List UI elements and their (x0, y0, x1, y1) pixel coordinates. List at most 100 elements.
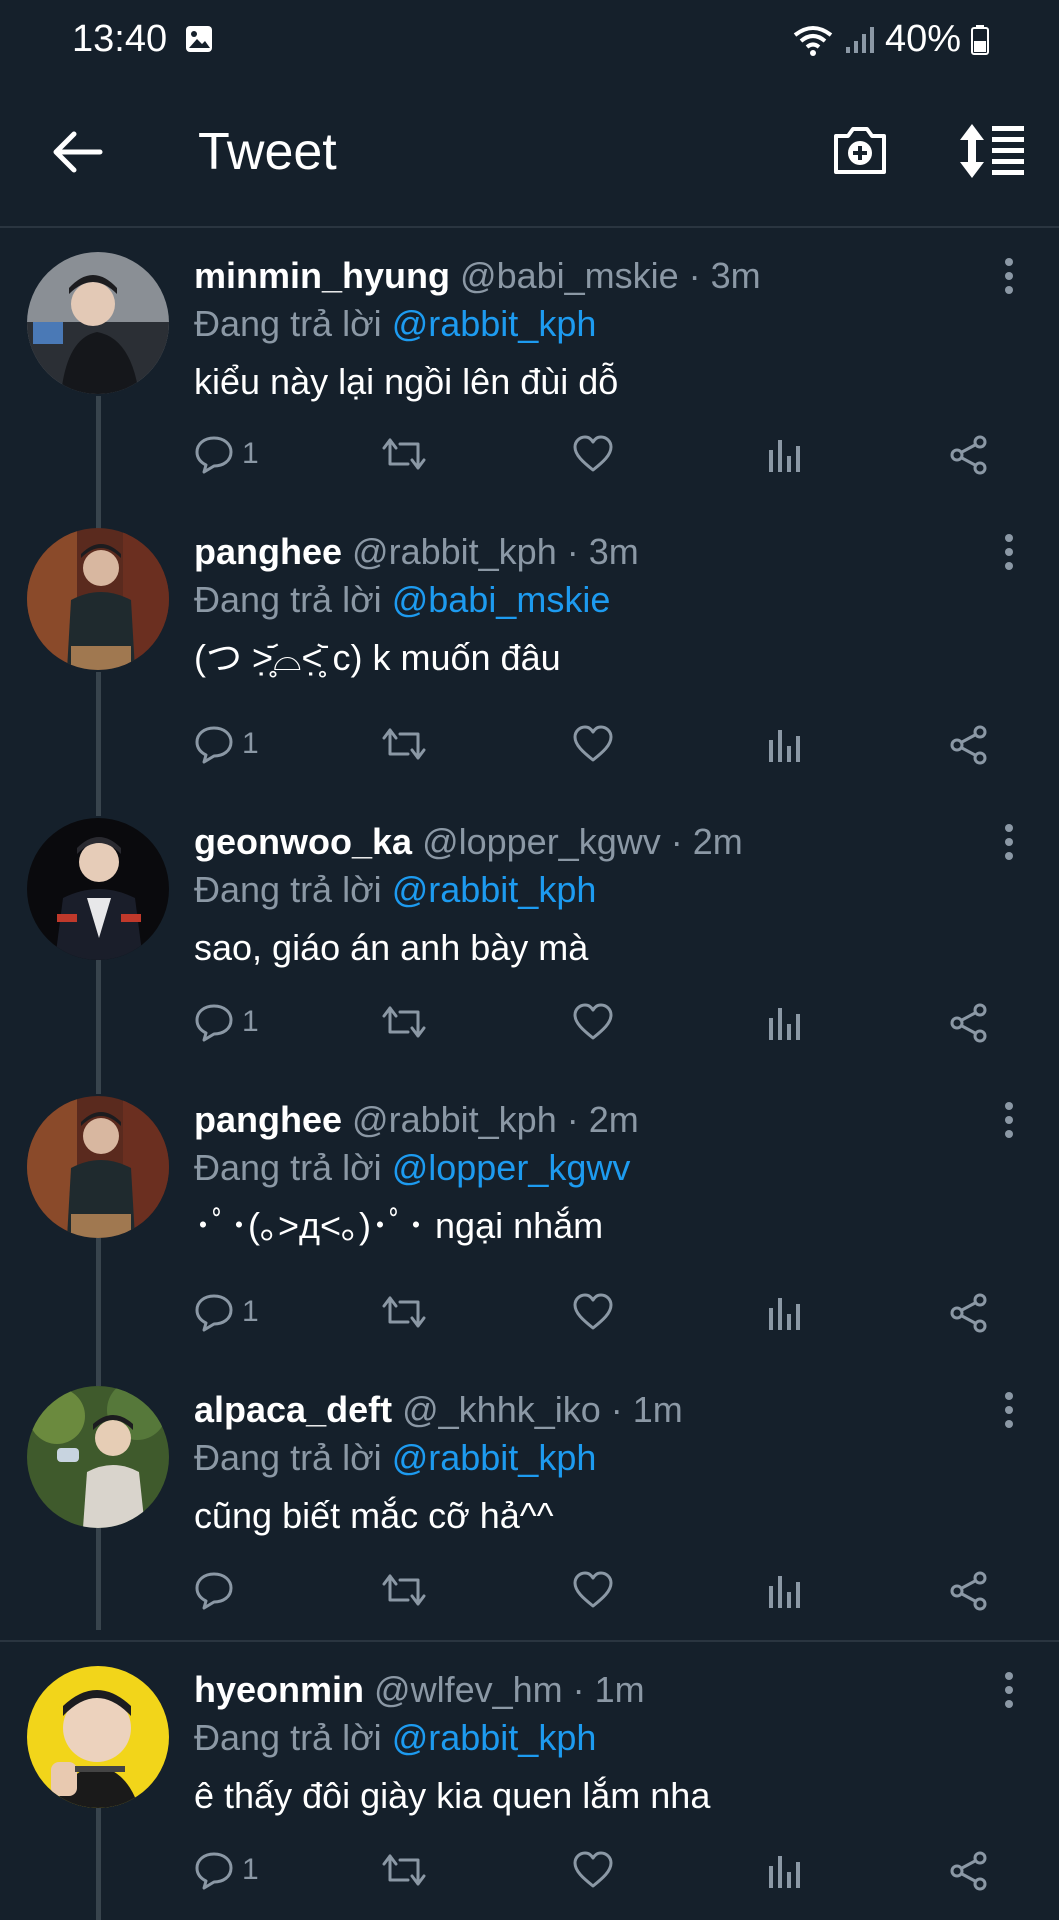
retweet-icon (382, 438, 426, 470)
share-button[interactable] (948, 434, 990, 476)
reply-mention[interactable]: @lopper_kgwv (392, 1147, 631, 1188)
retweet-icon (382, 1296, 426, 1328)
reply-label: Đang trả lời (194, 303, 382, 344)
sort-icon[interactable] (958, 122, 1026, 180)
reply-icon (195, 436, 233, 474)
stats-button[interactable] (764, 1292, 804, 1332)
more-icon[interactable] (999, 256, 1019, 296)
more-icon[interactable] (999, 822, 1019, 862)
like-button[interactable] (572, 1292, 614, 1332)
avatar[interactable] (27, 1666, 169, 1808)
stats-button[interactable] (764, 724, 804, 764)
reply-label: Đang trả lời (194, 1717, 382, 1758)
reply-icon (195, 1294, 233, 1332)
like-icon (573, 435, 613, 472)
share-button[interactable] (948, 1570, 990, 1612)
retweet-button[interactable] (380, 1002, 428, 1042)
tweet-text: ･ﾟ･(｡>д<｡)･ﾟ･ ngại nhắm (194, 1205, 604, 1246)
reply-button[interactable]: 1 (194, 1002, 259, 1042)
share-button[interactable] (948, 1002, 990, 1044)
like-button[interactable] (572, 1570, 614, 1610)
reply-label: Đang trả lời (194, 1437, 382, 1478)
avatar[interactable] (27, 252, 169, 394)
page-title: Tweet (198, 123, 337, 181)
stats-icon (769, 1576, 800, 1608)
retweet-button[interactable] (380, 724, 428, 764)
reply-button[interactable]: 1 (194, 1850, 259, 1890)
stats-button[interactable] (764, 1002, 804, 1042)
retweet-button[interactable] (380, 1850, 428, 1890)
reply-icon (195, 1572, 233, 1610)
stats-button[interactable] (764, 1570, 804, 1610)
status-time: 13:40 (72, 18, 168, 60)
reply-button[interactable]: 1 (194, 724, 259, 764)
avatar[interactable] (27, 818, 169, 960)
reply-context: Đang trả lời @rabbit_kph (194, 300, 1059, 348)
share-button[interactable] (948, 724, 990, 766)
thread-line (96, 396, 101, 530)
tweet-username[interactable]: panghee (194, 531, 342, 572)
like-button[interactable] (572, 434, 614, 474)
more-icon[interactable] (999, 532, 1019, 572)
like-icon (573, 1293, 613, 1330)
tweet-username[interactable]: geonwoo_ka (194, 821, 412, 862)
more-icon[interactable] (999, 1390, 1019, 1430)
tweet-handle: @wlfev_hm · 1m (374, 1669, 645, 1710)
reply-label: Đang trả lời (194, 869, 382, 910)
retweet-button[interactable] (380, 1570, 428, 1610)
reply-button[interactable]: 1 (194, 1292, 259, 1332)
like-button[interactable] (572, 1850, 614, 1890)
avatar[interactable] (27, 1386, 169, 1528)
tweet-username[interactable]: hyeonmin (194, 1669, 364, 1710)
tweet-actions: 1 (194, 1292, 1059, 1342)
tweet-handle: @babi_mskie · 3m (460, 255, 761, 296)
tweet-text: kiểu này lại ngồi lên đùi dỗ (194, 361, 619, 402)
reply-count: 1 (242, 1005, 259, 1038)
reply-mention[interactable]: @rabbit_kph (392, 1717, 597, 1758)
retweet-icon (382, 1006, 426, 1038)
tweet-handle: @lopper_kgwv · 2m (422, 821, 743, 862)
share-icon (950, 435, 987, 475)
stats-icon (769, 440, 800, 472)
stats-icon (769, 730, 800, 762)
avatar[interactable] (27, 528, 169, 670)
tweet-username[interactable]: alpaca_deft (194, 1389, 392, 1430)
reply-context: Đang trả lời @rabbit_kph (194, 866, 1059, 914)
stats-icon (769, 1856, 800, 1888)
reply-mention[interactable]: @rabbit_kph (392, 303, 597, 344)
reply-mention[interactable]: @rabbit_kph (392, 1437, 597, 1478)
reply-button[interactable]: 1 (194, 434, 259, 474)
reply-mention[interactable]: @babi_mskie (392, 579, 611, 620)
wifi-icon (793, 25, 833, 56)
like-button[interactable] (572, 724, 614, 764)
tweet-username[interactable]: panghee (194, 1099, 342, 1140)
reply-mention[interactable]: @rabbit_kph (392, 869, 597, 910)
status-bar: 13:40 40% (0, 0, 1059, 76)
stats-icon (769, 1298, 800, 1330)
more-icon[interactable] (999, 1670, 1019, 1710)
status-right: 40% (791, 18, 989, 61)
tweet-actions: 1 (194, 1850, 1059, 1900)
tweet-actions (194, 1570, 1059, 1620)
reply-button[interactable] (194, 1570, 242, 1610)
reply-label: Đang trả lời (194, 1147, 382, 1188)
tweet-handle: @_khhk_iko · 1m (402, 1389, 683, 1430)
reply-icon (195, 726, 233, 764)
stats-button[interactable] (764, 434, 804, 474)
signal-icon (845, 26, 874, 53)
tweet-username[interactable]: minmin_hyung (194, 255, 450, 296)
reply-label: Đang trả lời (194, 579, 382, 620)
more-icon[interactable] (999, 1100, 1019, 1140)
retweet-button[interactable] (380, 434, 428, 474)
share-button[interactable] (948, 1850, 990, 1892)
back-arrow-icon[interactable] (50, 128, 104, 176)
tweet-text: (つ ˃̣̣̥᷄⌓˂̣̣̥᷅ c) k muốn đâu (194, 637, 561, 678)
like-button[interactable] (572, 1002, 614, 1042)
share-button[interactable] (948, 1292, 990, 1334)
stats-button[interactable] (764, 1850, 804, 1890)
avatar[interactable] (27, 1096, 169, 1238)
share-icon (950, 725, 987, 765)
retweet-button[interactable] (380, 1292, 428, 1332)
camera-add-icon[interactable] (830, 120, 890, 180)
like-icon (573, 1003, 613, 1040)
